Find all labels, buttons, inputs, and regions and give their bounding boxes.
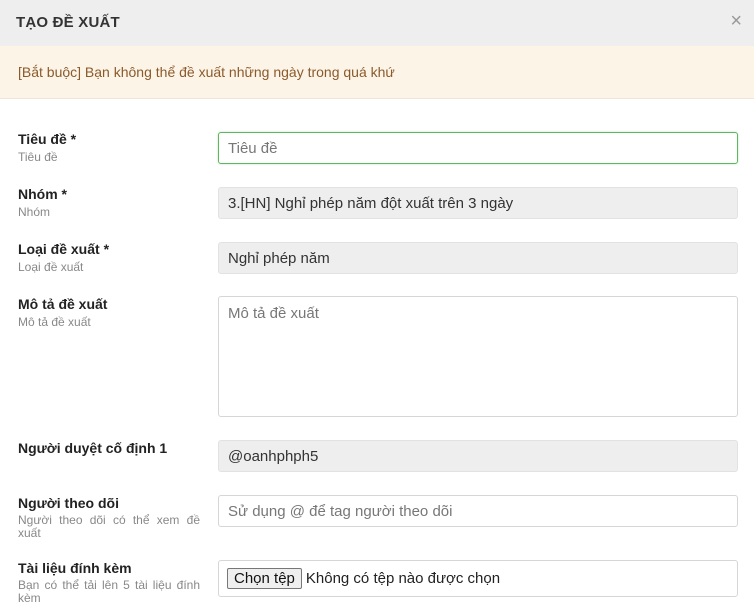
title-label: Tiêu đề * — [18, 131, 77, 147]
type-sublabel: Loại đề xuất — [18, 260, 84, 274]
followers-label: Người theo dõi — [18, 495, 119, 511]
description-sublabel: Mô tả đề xuất — [18, 315, 91, 329]
group-label: Nhóm * — [18, 186, 67, 202]
title-input[interactable] — [218, 132, 738, 164]
description-textarea[interactable] — [218, 296, 738, 417]
choose-file-button[interactable]: Chọn tệp — [227, 568, 302, 589]
attachments-sublabel: Bạn có thể tải lên 5 tài liệu đính kèm — [18, 578, 200, 605]
dialog-title: TẠO ĐỀ XUẤT — [16, 14, 120, 31]
group-sublabel: Nhóm — [18, 205, 51, 219]
file-upload: Chọn tệp Không có tệp nào được chọn — [218, 560, 738, 597]
file-status: Không có tệp nào được chọn — [305, 570, 501, 587]
notice-banner: [Bắt buộc] Bạn không thể đề xuất những n… — [0, 46, 754, 99]
close-icon[interactable]: × — [730, 11, 742, 31]
group-field[interactable] — [218, 187, 738, 219]
attachments-label: Tài liệu đính kèm — [18, 560, 132, 576]
description-label: Mô tả đề xuất — [18, 296, 108, 312]
type-label: Loại đề xuất * — [18, 241, 110, 257]
type-field[interactable] — [218, 242, 738, 274]
approver-label: Người duyệt cố định 1 — [18, 440, 168, 456]
dialog-header: TẠO ĐỀ XUẤT × — [0, 0, 754, 46]
followers-sublabel: Người theo dõi có thể xem đề xuất — [18, 513, 200, 540]
title-sublabel: Tiêu đề — [18, 150, 58, 164]
approver-field[interactable] — [218, 440, 738, 472]
followers-input[interactable] — [218, 495, 738, 527]
